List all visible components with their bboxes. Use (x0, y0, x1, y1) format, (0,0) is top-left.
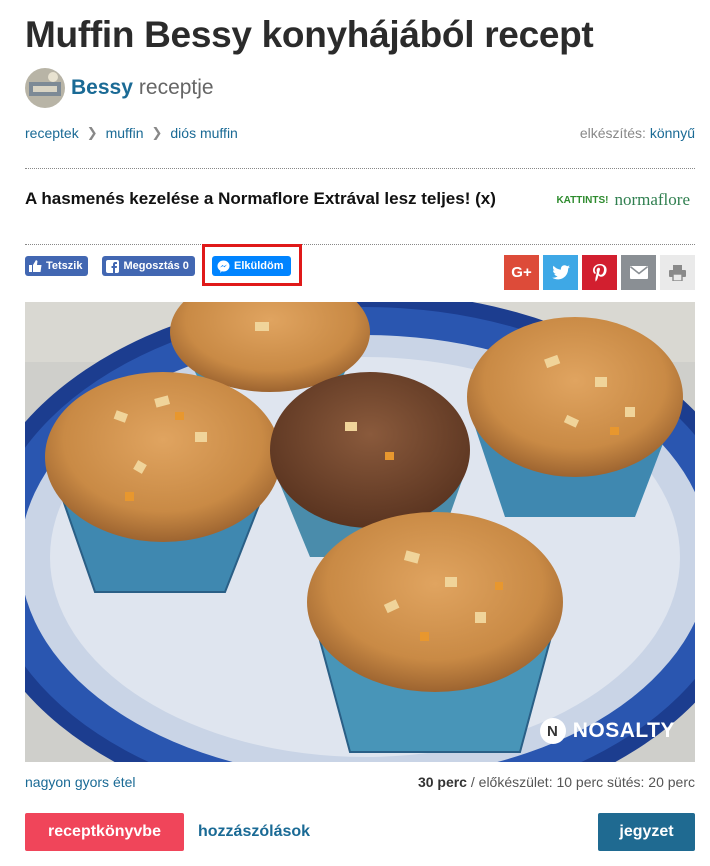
author-row: Bessy receptje (25, 68, 214, 108)
ad-text[interactable]: A hasmenés kezelése a Normaflore Extráva… (25, 189, 496, 209)
total-time: 30 perc (417, 774, 467, 790)
watermark: N NOSALTY (539, 718, 675, 744)
messenger-send-button[interactable]: Elküldöm (212, 256, 291, 276)
time-detail: / előkészület: 10 perc sütés: 20 perc (466, 774, 695, 790)
comments-link[interactable]: hozzászólások (198, 823, 310, 841)
pinterest-icon (592, 263, 607, 281)
google-plus-button[interactable]: G+ (504, 255, 539, 290)
note-button[interactable]: jegyzet (598, 813, 695, 851)
difficulty-value[interactable]: könnyű (650, 125, 695, 141)
page-title: Muffin Bessy konyhájából recept (25, 14, 594, 55)
divider (25, 244, 695, 245)
breadcrumb: receptek ❯ muffin ❯ diós muffin (25, 125, 238, 141)
print-button[interactable] (660, 255, 695, 290)
messenger-icon (217, 260, 230, 273)
breadcrumb-item-receptek[interactable]: receptek (25, 125, 79, 141)
cooking-time: 30 perc / előkészület: 10 perc sütés: 20… (418, 774, 695, 790)
social-left: Tetszik Megosztás 0 (25, 256, 209, 276)
google-plus-icon: G+ (511, 264, 532, 281)
chevron-right-icon: ❯ (86, 125, 98, 140)
share-label: Megosztás 0 (123, 260, 189, 272)
watermark-text: NOSALTY (572, 719, 675, 742)
email-button[interactable] (621, 255, 656, 290)
author-name[interactable]: Bessy (71, 76, 133, 100)
thumbs-up-icon (29, 260, 42, 272)
email-icon (629, 266, 648, 279)
divider (25, 168, 695, 169)
pinterest-button[interactable] (582, 255, 617, 290)
chevron-right-icon: ❯ (151, 125, 163, 140)
author-suffix: receptje (138, 76, 214, 99)
send-label: Elküldöm (234, 260, 284, 272)
breadcrumb-item-dios-muffin[interactable]: diós muffin (170, 125, 237, 141)
recipe-tag[interactable]: nagyon gyors étel (25, 774, 136, 790)
like-label: Tetszik (46, 260, 83, 272)
twitter-icon (551, 265, 570, 280)
ad-logo[interactable]: KATTINTS! normaflore (556, 190, 690, 210)
facebook-icon (106, 259, 120, 273)
like-button[interactable]: Tetszik (25, 256, 89, 276)
muffin-illustration (25, 302, 695, 762)
nosalty-logo-icon: N (539, 718, 566, 744)
difficulty-label: elkészítés: (579, 125, 646, 141)
twitter-button[interactable] (543, 255, 578, 290)
difficulty: elkészítés: könnyű (580, 125, 695, 141)
ad-brand[interactable]: normaflore (614, 190, 690, 210)
recipe-photo[interactable]: N NOSALTY (25, 302, 695, 762)
breadcrumb-item-muffin[interactable]: muffin (106, 125, 144, 141)
ad-cta[interactable]: KATTINTS! (556, 195, 608, 206)
avatar[interactable] (25, 68, 65, 108)
facebook-share-button[interactable]: Megosztás 0 (102, 256, 195, 276)
add-to-cookbook-button[interactable]: receptkönyvbe (25, 813, 184, 851)
share-icons: G+ (500, 255, 695, 290)
print-icon (669, 264, 686, 281)
